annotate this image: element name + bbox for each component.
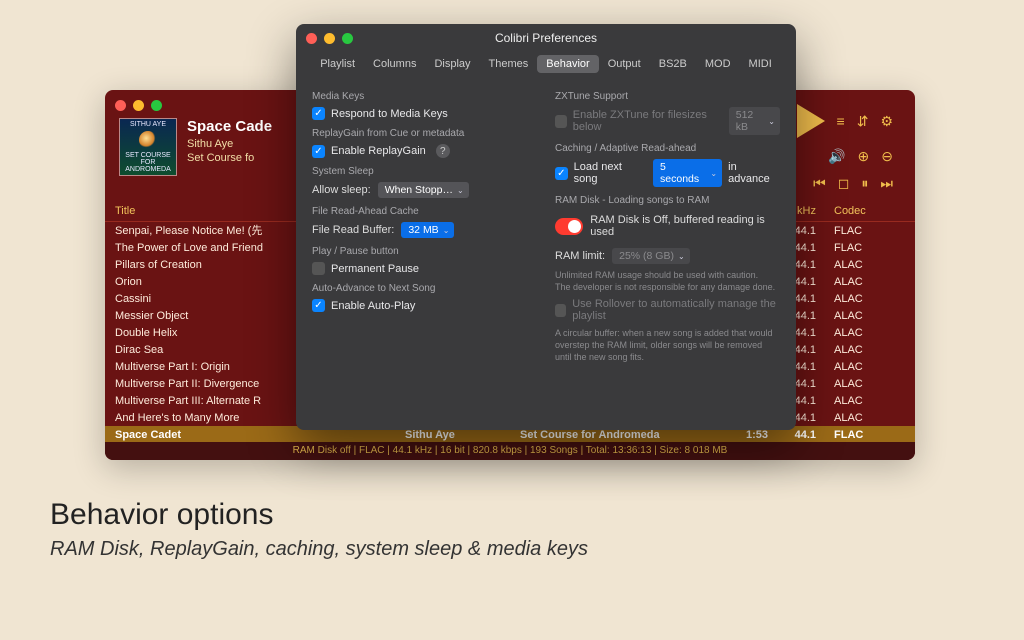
permanent-pause-checkbox[interactable]: ✓Permanent Pause xyxy=(312,262,537,275)
section-auto-advance: Auto-Advance to Next Song xyxy=(312,283,537,294)
menu-icon[interactable]: ≡ xyxy=(837,113,845,129)
section-replaygain: ReplayGain from Cue or metadata xyxy=(312,128,537,139)
pause-icon[interactable]: ⏸ xyxy=(861,175,868,192)
now-playing: SITHU AYE SET COURSE FOR ANDROMEDA Space… xyxy=(119,118,272,176)
zoom-icon[interactable] xyxy=(151,100,162,111)
plus-icon[interactable]: ⊕ xyxy=(858,148,870,165)
zoom-icon[interactable] xyxy=(342,33,353,44)
enable-replaygain-checkbox[interactable]: ✓Enable ReplayGain? xyxy=(312,144,537,158)
tab-display[interactable]: Display xyxy=(425,55,479,73)
zxtune-size-select: 512 kB⌄ xyxy=(729,107,780,135)
allow-sleep-label: Allow sleep: xyxy=(312,184,371,196)
window-traffic-lights xyxy=(115,100,162,111)
album-art-bottom: SET COURSE FOR ANDROMEDA xyxy=(122,152,174,173)
section-media-keys: Media Keys xyxy=(312,91,537,102)
album-art-top: SITHU AYE xyxy=(122,121,174,128)
help-icon[interactable]: ? xyxy=(436,144,450,158)
tab-mod[interactable]: MOD xyxy=(696,55,740,73)
tab-bs2b[interactable]: BS2B xyxy=(650,55,696,73)
tab-output[interactable]: Output xyxy=(599,55,650,73)
enable-autoplay-checkbox[interactable]: ✓Enable Auto-Play xyxy=(312,299,537,312)
ram-limit-select: 25% (8 GB)⌄ xyxy=(612,248,690,264)
player-controls: ≡ ⇵ ⚙ 🔊 ⊕ ⊖ ⏮ ◻ ⏸ ⏭ xyxy=(797,104,893,192)
section-caching: Caching / Adaptive Read-ahead xyxy=(555,143,780,154)
col-codec[interactable]: Codec xyxy=(816,205,876,221)
section-read-ahead: File Read-Ahead Cache xyxy=(312,206,537,217)
prev-icon[interactable]: ⏮ xyxy=(813,175,826,192)
minimize-icon[interactable] xyxy=(324,33,335,44)
tab-columns[interactable]: Columns xyxy=(364,55,425,73)
tab-behavior[interactable]: Behavior xyxy=(537,55,598,73)
next-icon[interactable]: ⏭ xyxy=(880,175,893,192)
section-zxtune: ZXTune Support xyxy=(555,91,780,102)
track-title: Space Cade xyxy=(187,118,272,135)
caption-heading: Behavior options xyxy=(50,498,588,532)
load-next-song-checkbox[interactable]: ✓Load next song 5 seconds⌄ in advance xyxy=(555,159,780,187)
file-read-buffer-label: File Read Buffer: xyxy=(312,224,394,236)
minus-icon[interactable]: ⊖ xyxy=(881,148,893,165)
gear-icon[interactable]: ⚙ xyxy=(880,113,893,130)
section-ram-disk: RAM Disk - Loading songs to RAM xyxy=(555,195,780,206)
preferences-window: Colibri Preferences PlaylistColumnsDispl… xyxy=(296,24,796,430)
preferences-title: Colibri Preferences xyxy=(296,24,796,45)
allow-sleep-select[interactable]: When Stopp…⌄ xyxy=(378,182,469,198)
close-icon[interactable] xyxy=(115,100,126,111)
caption: Behavior options RAM Disk, ReplayGain, c… xyxy=(50,498,588,561)
tab-themes[interactable]: Themes xyxy=(480,55,538,73)
ram-disk-status: RAM Disk is Off, buffered reading is use… xyxy=(590,214,780,238)
ram-disk-toggle[interactable] xyxy=(555,218,583,235)
track-artist: Sithu Aye xyxy=(187,138,272,150)
galaxy-icon xyxy=(139,131,157,149)
equalizer-icon[interactable]: ⇵ xyxy=(857,113,869,130)
prefs-right-column: ZXTune Support ✓Enable ZXTune for filesi… xyxy=(555,83,780,368)
ram-limit-label: RAM limit: xyxy=(555,250,605,262)
rollover-note: A circular buffer: when a new song is ad… xyxy=(555,327,780,363)
enable-zxtune-checkbox[interactable]: ✓Enable ZXTune for filesizes below 512 k… xyxy=(555,107,780,135)
load-next-song-select[interactable]: 5 seconds⌄ xyxy=(653,159,722,187)
album-art: SITHU AYE SET COURSE FOR ANDROMEDA xyxy=(119,118,177,176)
tab-playlist[interactable]: Playlist xyxy=(311,55,364,73)
preferences-tabs: PlaylistColumnsDisplayThemesBehaviorOutp… xyxy=(296,55,796,73)
section-system-sleep: System Sleep xyxy=(312,166,537,177)
status-bar: RAM Disk off | FLAC | 44.1 kHz | 16 bit … xyxy=(105,442,915,460)
respond-media-keys-checkbox[interactable]: ✓Respond to Media Keys xyxy=(312,107,537,120)
tab-midi[interactable]: MIDI xyxy=(740,55,781,73)
window-traffic-lights xyxy=(306,33,353,44)
file-read-buffer-select[interactable]: 32 MB⌄ xyxy=(401,222,454,238)
play-button[interactable] xyxy=(797,104,825,138)
use-rollover-checkbox: ✓Use Rollover to automatically manage th… xyxy=(555,298,780,322)
caption-sub: RAM Disk, ReplayGain, caching, system sl… xyxy=(50,538,588,561)
prefs-left-column: Media Keys ✓Respond to Media Keys Replay… xyxy=(312,83,537,368)
ram-warning: Unlimited RAM usage should be used with … xyxy=(555,269,780,293)
close-icon[interactable] xyxy=(306,33,317,44)
volume-icon[interactable]: 🔊 xyxy=(828,148,845,165)
section-play-pause: Play / Pause button xyxy=(312,246,537,257)
minimize-icon[interactable] xyxy=(133,100,144,111)
track-album: Set Course fo xyxy=(187,152,272,164)
stop-icon[interactable]: ◻ xyxy=(838,175,850,192)
